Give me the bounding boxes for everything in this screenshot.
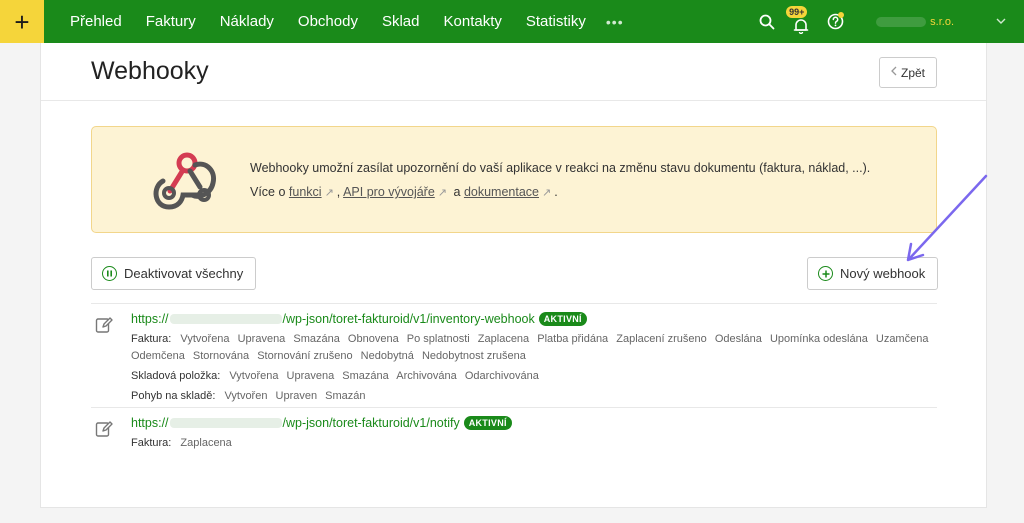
company-suffix: s.r.o. — [930, 15, 954, 28]
external-link-icon: ↗ — [437, 187, 448, 199]
event-item: Odarchivována — [464, 370, 539, 382]
webhook-domain-redacted — [169, 418, 282, 428]
annotation-arrow — [906, 174, 988, 262]
search-icon[interactable] — [750, 0, 784, 43]
pause-icon — [102, 266, 117, 281]
help-icon[interactable] — [818, 0, 852, 43]
event-item: Nedobytná — [360, 350, 414, 362]
status-badge: AKTIVNÍ — [538, 312, 587, 326]
webhook-url: https:// /wp-json/toret-fakturoid/v1/not… — [131, 416, 512, 430]
event-item: Vytvořena — [229, 370, 279, 382]
events-faktura: Faktura: Zaplacena — [131, 437, 237, 449]
main-nav: Přehled Faktury Náklady Obchody Sklad Ko… — [58, 13, 632, 30]
topbar-actions: 99+ s.r.o. — [750, 0, 1024, 43]
event-item: Zaplacena — [180, 437, 232, 449]
nav-more-menu[interactable]: ••• — [598, 14, 632, 30]
event-item: Odemčena — [131, 350, 185, 362]
back-button[interactable]: Zpět — [879, 57, 937, 88]
edit-icon[interactable] — [95, 420, 113, 443]
event-item: Platba přidána — [537, 333, 609, 345]
nav-item-statistiky[interactable]: Statistiky — [514, 13, 598, 30]
webhook-icon — [150, 149, 220, 218]
info-description: Webhooky umožní zasílat upozornění do va… — [250, 161, 871, 175]
events-faktura: Faktura: Vytvořena Upravena Smazána Obno… — [131, 333, 933, 345]
event-item: Vytvořen — [224, 390, 268, 402]
event-item: Upraven — [275, 390, 318, 402]
status-badge: AKTIVNÍ — [463, 416, 512, 430]
event-item: Uzamčena — [875, 333, 929, 345]
webhook-url-path[interactable]: /wp-json/toret-fakturoid/v1/inventory-we… — [283, 312, 535, 326]
plus-circle-icon — [818, 266, 833, 281]
event-item: Zaplacení zrušeno — [616, 333, 707, 345]
edit-icon[interactable] — [95, 316, 113, 339]
link-funkci[interactable]: funkci — [289, 185, 322, 199]
event-item: Smazán — [325, 390, 366, 402]
link-api[interactable]: API pro vývojáře — [343, 185, 435, 199]
page-header: Webhooky Zpět — [41, 43, 986, 101]
info-box: Webhooky umožní zasílat upozornění do va… — [91, 126, 937, 233]
event-item: Odeslána — [714, 333, 762, 345]
event-item: Obnovena — [347, 333, 399, 345]
events-skladova-polozka: Skladová položka: Vytvořena Upravena Sma… — [131, 370, 544, 382]
nav-item-naklady[interactable]: Náklady — [208, 13, 286, 30]
notifications-bell-icon[interactable]: 99+ — [784, 0, 818, 43]
event-item: Upravena — [237, 333, 286, 345]
events-label: Skladová položka: — [131, 370, 221, 382]
event-item: Upravena — [286, 370, 335, 382]
event-item: Po splatnosti — [406, 333, 470, 345]
page-title: Webhooky — [91, 57, 209, 85]
info-sep1: , — [336, 185, 341, 199]
info-links: Více o funkci ↗, API pro vývojáře ↗ a doku… — [250, 185, 558, 199]
info-sep2: a — [453, 185, 461, 199]
event-item: Smazána — [342, 370, 389, 382]
event-item: Stornování zrušeno — [257, 350, 353, 362]
nav-item-prehled[interactable]: Přehled — [58, 13, 134, 30]
event-item: Upomínka odeslána — [769, 333, 868, 345]
nav-item-obchody[interactable]: Obchody — [286, 13, 370, 30]
events-label: Faktura: — [131, 333, 172, 345]
event-item: Stornována — [192, 350, 250, 362]
top-navigation-bar: + Přehled Faktury Náklady Obchody Sklad … — [0, 0, 1024, 43]
info-end: . — [554, 185, 558, 199]
webhook-domain-redacted — [169, 314, 282, 324]
webhook-url-prefix[interactable]: https:// — [131, 312, 169, 326]
event-item: Nedobytnost zrušena — [421, 350, 526, 362]
nav-item-faktury[interactable]: Faktury — [134, 13, 208, 30]
webhook-row: https:// /wp-json/toret-fakturoid/v1/not… — [91, 407, 937, 453]
nav-item-sklad[interactable]: Sklad — [370, 13, 432, 30]
back-label: Zpět — [900, 65, 925, 80]
nav-item-kontakty[interactable]: Kontakty — [432, 13, 514, 30]
events-label: Pohyb na skladě: — [131, 390, 216, 402]
event-item: Smazána — [293, 333, 340, 345]
event-item: Zaplacena — [477, 333, 530, 345]
chevron-left-icon — [891, 66, 897, 79]
notifications-badge: 99+ — [786, 6, 808, 18]
main-card: Webhooky Zpět Webhooky umožní zasílat up… — [40, 43, 987, 508]
new-webhook-label: Nový webhook — [840, 266, 926, 281]
webhook-url-prefix[interactable]: https:// — [131, 416, 169, 430]
events-faktura-cont: Odemčena Stornována Stornování zrušeno N… — [131, 350, 531, 362]
external-link-icon: ↗ — [324, 187, 334, 199]
webhook-row: https:// /wp-json/toret-fakturoid/v1/inv… — [91, 303, 937, 407]
event-item: Vytvořena — [180, 333, 230, 345]
company-switcher[interactable]: s.r.o. — [876, 16, 1006, 28]
webhook-url: https:// /wp-json/toret-fakturoid/v1/inv… — [131, 312, 587, 326]
events-label: Faktura: — [131, 437, 172, 449]
external-link-icon: ↗ — [542, 187, 552, 199]
deactivate-all-button[interactable]: Deaktivovat všechny — [91, 257, 257, 290]
deactivate-all-label: Deaktivovat všechny — [124, 266, 244, 281]
event-item: Archivována — [396, 370, 457, 382]
add-new-button[interactable]: + — [0, 0, 44, 43]
chevron-down-icon — [996, 16, 1006, 27]
link-dokumentace[interactable]: dokumentace — [464, 185, 539, 199]
events-pohyb-na-sklade: Pohyb na skladě: Vytvořen Upraven Smazán — [131, 390, 371, 402]
webhook-url-path[interactable]: /wp-json/toret-fakturoid/v1/notify — [283, 416, 460, 430]
company-name-redacted — [876, 16, 927, 27]
info-prefix: Více o — [250, 185, 286, 199]
